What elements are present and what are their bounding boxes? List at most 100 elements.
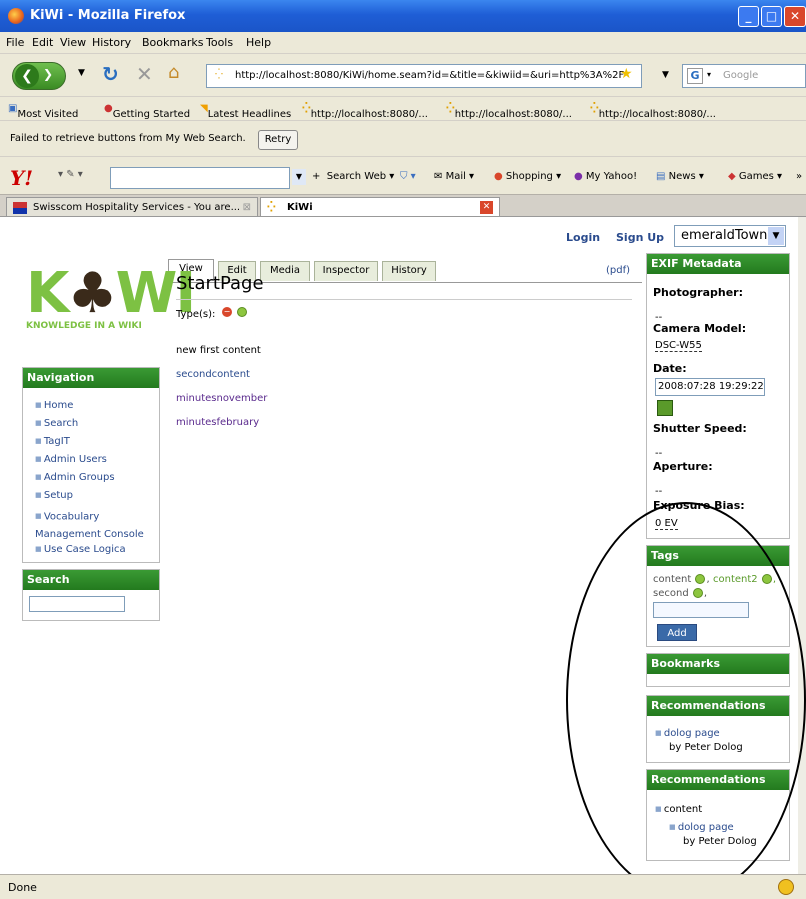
content-link-secondcontent[interactable]: secondcontent — [176, 369, 250, 380]
page-scrollbar[interactable] — [798, 217, 806, 875]
tag-input[interactable] — [653, 602, 749, 618]
back-arrow-icon[interactable]: ❮ — [15, 64, 39, 88]
search-engine-dropdown-icon[interactable]: ▾ — [707, 70, 711, 79]
menu-bar: File Edit View History Bookmarks Tools H… — [0, 32, 806, 54]
yahoo-search-web[interactable]: + Search Web ▾ — [312, 171, 394, 182]
search-box[interactable]: G ▾ Google — [682, 64, 806, 88]
nav-vocabulary[interactable]: Vocabulary Management Console — [35, 508, 159, 543]
bookmark-localhost-1[interactable]: ⁛ http://localhost:8080/... — [302, 103, 428, 120]
nav-admin-groups[interactable]: Admin Groups — [35, 472, 115, 483]
add-tag-button[interactable]: Add — [657, 624, 697, 641]
add-tag-icon[interactable] — [695, 574, 706, 584]
menu-view[interactable]: View — [60, 36, 86, 49]
bookmark-getting-started[interactable]: ● Getting Started — [104, 103, 190, 120]
menu-bookmarks[interactable]: Bookmarks — [142, 36, 203, 49]
page-loading-icon: ⁛ — [215, 69, 223, 80]
search-placeholder: Google — [723, 70, 759, 81]
add-type-icon[interactable] — [237, 307, 247, 317]
recommendation-link[interactable]: dolog page — [655, 728, 720, 739]
bookmark-star-icon[interactable]: ★ — [620, 66, 633, 82]
nav-setup[interactable]: Setup — [35, 490, 73, 501]
yahoo-mail[interactable]: ✉ Mail ▾ — [434, 171, 474, 182]
remove-type-icon[interactable]: − — [222, 307, 232, 317]
navigation-box: Navigation Home Search TagIT Admin Users… — [22, 367, 160, 563]
home-icon[interactable]: ⌂ — [168, 62, 179, 83]
stop-icon[interactable]: ✕ — [136, 62, 153, 86]
bias-value: 0 EV — [655, 518, 678, 530]
search-title: Search — [23, 570, 159, 590]
pencil-icon[interactable]: ▾ ✎ ▾ — [58, 169, 83, 180]
menu-help[interactable]: Help — [246, 36, 271, 49]
retry-button[interactable]: Retry — [258, 130, 298, 150]
space-select[interactable]: emeraldTown ▼ — [674, 225, 786, 247]
search-box-panel: Search — [22, 569, 160, 621]
add-tag-icon[interactable] — [692, 588, 703, 598]
toolbar-overflow-icon[interactable]: » — [796, 171, 802, 182]
yahoo-games[interactable]: ◆ Games ▾ — [728, 171, 782, 182]
maximize-button[interactable]: □ — [761, 6, 782, 27]
tab-swisscom[interactable]: Swisscom Hospitality Services - You are.… — [6, 197, 258, 217]
back-forward-button[interactable]: ❮ ❯ — [12, 62, 66, 90]
date-input[interactable]: 2008:07:28 19:29:22 — [655, 378, 765, 396]
nav-admin-users[interactable]: Admin Users — [35, 454, 107, 465]
content-first: new first content — [176, 345, 261, 356]
yahoo-toolbar: Y! ▾ ✎ ▾ ▼ + Search Web ▾ ⛉ ▾ ✉ Mail ▾ ●… — [0, 156, 806, 194]
yahoo-dropdown-icon[interactable]: ▼ — [292, 169, 306, 185]
add-tag-icon[interactable] — [761, 574, 772, 584]
shutter-value: -- — [655, 448, 663, 459]
notification-bar: Failed to retrieve buttons from My Web S… — [0, 120, 806, 156]
photographer-label: Photographer: — [653, 286, 743, 299]
bookmarks-toolbar: ▣ Most Visited ● Getting Started ◥ Lates… — [0, 96, 806, 120]
calendar-icon[interactable] — [657, 400, 673, 416]
nav-search[interactable]: Search — [35, 418, 78, 429]
kiwi-favicon-icon: ⁛ — [267, 202, 276, 213]
status-addon-icon[interactable] — [778, 879, 794, 895]
reload-icon[interactable]: ↻ — [102, 62, 119, 86]
content-link-minutesfebruary[interactable]: minutesfebruary — [176, 417, 259, 428]
tab-close-icon[interactable]: ⊠ — [243, 202, 251, 213]
yahoo-news[interactable]: ▤ News ▾ — [656, 171, 704, 182]
minimize-button[interactable]: _ — [738, 6, 759, 27]
bookmark-localhost-3[interactable]: ⁛ http://localhost:8080/... — [590, 103, 716, 120]
yahoo-shopping[interactable]: ● Shopping ▾ — [494, 171, 561, 182]
window-title: KiWi - Mozilla Firefox — [30, 8, 186, 23]
login-link[interactable]: Login — [566, 231, 600, 244]
url-dropdown-icon[interactable]: ▼ — [662, 70, 669, 80]
types-label: Type(s): — [176, 309, 216, 320]
tag-second[interactable]: second , — [653, 588, 707, 599]
shield-icon[interactable]: ⛉ ▾ — [400, 171, 416, 182]
chevron-down-icon[interactable]: ▼ — [768, 227, 784, 245]
forward-arrow-icon[interactable]: ❯ — [43, 67, 53, 81]
camera-value: DSC-W55 — [655, 340, 702, 352]
tab-close-icon[interactable]: ✕ — [480, 201, 493, 214]
pdf-link[interactable]: (pdf) — [606, 265, 630, 276]
yahoo-my-yahoo[interactable]: ● My Yahoo! — [574, 171, 637, 182]
tag-content2[interactable]: content2 , — [713, 574, 776, 585]
tag-content[interactable]: content , — [653, 574, 710, 585]
search-input[interactable] — [29, 596, 125, 612]
url-bar[interactable]: ⁛ http://localhost:8080/KiWi/home.seam?i… — [206, 64, 642, 88]
yahoo-logo-icon[interactable]: Y! — [10, 166, 33, 190]
nav-tagit[interactable]: TagIT — [35, 436, 70, 447]
tab-media[interactable]: Media — [260, 261, 310, 281]
nav-home[interactable]: Home — [35, 400, 74, 411]
signup-link[interactable]: Sign Up — [616, 231, 664, 244]
close-button[interactable]: ✕ — [784, 6, 806, 27]
swisscom-favicon-icon — [13, 202, 27, 214]
menu-tools[interactable]: Tools — [206, 36, 233, 49]
google-icon[interactable]: G — [687, 68, 703, 84]
menu-file[interactable]: File — [6, 36, 24, 49]
yahoo-search-input[interactable] — [110, 167, 290, 189]
content-link-minutesnovember[interactable]: minutesnovember — [176, 393, 267, 404]
bookmark-latest-headlines[interactable]: ◥ Latest Headlines — [200, 103, 291, 120]
tab-history[interactable]: History — [382, 261, 436, 281]
recommendation-link-2[interactable]: dolog page — [669, 822, 734, 833]
bookmark-localhost-2[interactable]: ⁛ http://localhost:8080/... — [446, 103, 572, 120]
bookmark-most-visited[interactable]: ▣ Most Visited — [8, 103, 78, 120]
menu-edit[interactable]: Edit — [32, 36, 53, 49]
page-content: Login Sign Up emeraldTown ▼ View Edit Me… — [0, 216, 806, 875]
nav-use-case-logica[interactable]: Use Case Logica — [35, 544, 126, 555]
tab-inspector[interactable]: Inspector — [314, 261, 378, 281]
history-dropdown-icon[interactable]: ▼ — [78, 68, 85, 78]
menu-history[interactable]: History — [92, 36, 131, 49]
